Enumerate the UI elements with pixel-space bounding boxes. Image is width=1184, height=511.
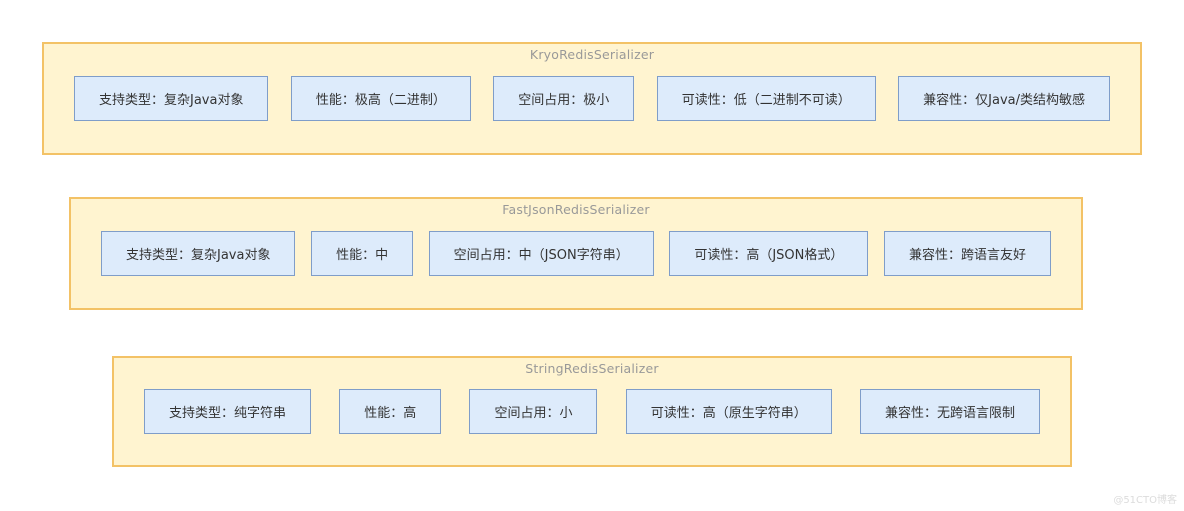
serializer-group-fastjson: FastJsonRedisSerializer 支持类型：复杂Java对象 性能… <box>69 197 1083 310</box>
diagram-canvas: KryoRedisSerializer 支持类型：复杂Java对象 性能：极高（… <box>0 0 1184 511</box>
serializer-group-string: StringRedisSerializer 支持类型：纯字符串 性能：高 空间占… <box>112 356 1072 467</box>
group-title-kryo: KryoRedisSerializer <box>529 47 655 62</box>
feature-node-supported-types: 支持类型：纯字符串 <box>144 389 312 434</box>
group-title-string: StringRedisSerializer <box>525 361 659 376</box>
feature-node-performance: 性能：极高（二进制） <box>290 76 471 121</box>
feature-node-compatibility: 兼容性：无跨语言限制 <box>859 389 1040 434</box>
feature-node-readability: 可读性：高（原生字符串） <box>625 389 832 434</box>
feature-node-compatibility: 兼容性：跨语言友好 <box>883 231 1051 276</box>
feature-node-supported-types: 支持类型：复杂Java对象 <box>74 76 269 121</box>
feature-node-compatibility: 兼容性：仅Java/类结构敏感 <box>898 76 1110 121</box>
feature-node-space-usage: 空间占用：极小 <box>493 76 635 121</box>
serializer-group-kryo: KryoRedisSerializer 支持类型：复杂Java对象 性能：极高（… <box>42 42 1142 155</box>
feature-node-performance: 性能：中 <box>311 231 414 276</box>
feature-node-readability: 可读性：高（JSON格式） <box>669 231 869 276</box>
feature-node-supported-types: 支持类型：复杂Java对象 <box>101 231 296 276</box>
feature-node-space-usage: 空间占用：中（JSON字符串） <box>428 231 654 276</box>
group-title-fastjson: FastJsonRedisSerializer <box>502 202 650 217</box>
feature-node-readability: 可读性：低（二进制不可读） <box>656 76 876 121</box>
site-watermark: @51CTO博客 <box>1113 495 1177 506</box>
feature-node-space-usage: 空间占用：小 <box>469 389 598 434</box>
feature-node-performance: 性能：高 <box>339 389 442 434</box>
